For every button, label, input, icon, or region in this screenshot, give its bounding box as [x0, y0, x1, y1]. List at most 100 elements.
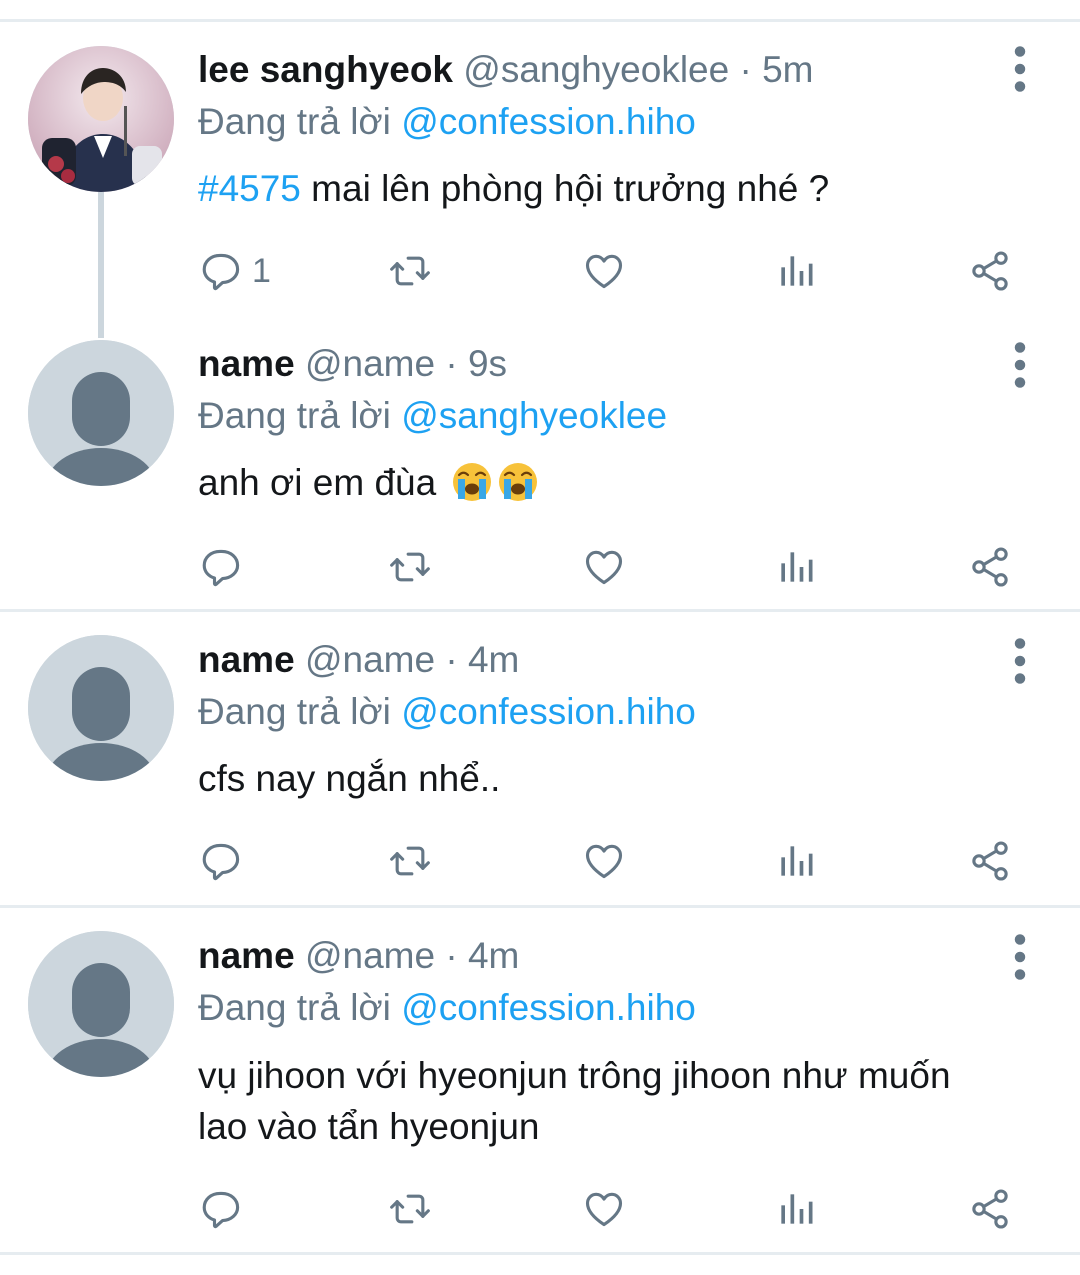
- reply-button[interactable]: [198, 836, 242, 886]
- username[interactable]: @name: [305, 343, 435, 384]
- replying-to-label: Đang trả lời: [198, 691, 391, 732]
- replying-to-mention[interactable]: @sanghyeoklee: [401, 395, 667, 436]
- analytics-icon: [774, 839, 818, 883]
- analytics-button[interactable]: [774, 836, 818, 886]
- avatar-default[interactable]: [28, 931, 174, 1077]
- share-button[interactable]: [968, 836, 1012, 886]
- reply-icon: [198, 1187, 242, 1231]
- analytics-icon: [774, 545, 818, 589]
- username[interactable]: @name: [305, 639, 435, 680]
- timestamp[interactable]: 4m: [468, 639, 519, 680]
- analytics-button[interactable]: [774, 1184, 818, 1234]
- replying-to: Đang trả lời @confession.hiho: [198, 986, 696, 1030]
- tweet-text-content: anh ơi em đùa: [198, 462, 437, 503]
- tweet-header: name @name · 4m: [198, 638, 519, 682]
- more-options-button[interactable]: [1000, 44, 1040, 94]
- hashtag-link[interactable]: #4575: [198, 168, 301, 209]
- avatar-default[interactable]: [28, 635, 174, 781]
- separator: ·: [445, 343, 458, 384]
- replying-to-label: Đang trả lời: [198, 101, 391, 142]
- username[interactable]: @name: [305, 935, 435, 976]
- replying-to-mention[interactable]: @confession.hiho: [401, 691, 696, 732]
- analytics-button[interactable]: [774, 246, 818, 296]
- reply-icon: [198, 839, 242, 883]
- retweet-button[interactable]: [388, 1184, 432, 1234]
- separator: ·: [445, 935, 458, 976]
- retweet-button[interactable]: [388, 542, 432, 592]
- tweet-header: name @name · 9s: [198, 342, 507, 386]
- tweet-text-content: mai lên phòng hội trưởng nhé ?: [300, 168, 830, 209]
- reply-count: 1: [252, 251, 271, 290]
- replying-to: Đang trả lời @sanghyeoklee: [198, 394, 667, 438]
- share-icon: [968, 839, 1012, 883]
- tweet-text: vụ jihoon với hyeonjun trông jihoon như …: [198, 1050, 958, 1152]
- more-vertical-icon: [1000, 636, 1040, 686]
- timestamp[interactable]: 4m: [468, 935, 519, 976]
- tweet-actions: [198, 1184, 1028, 1234]
- tweet-2[interactable]: name @name · 9s Đang trả lời @sanghyeokl…: [0, 320, 1080, 610]
- more-options-button[interactable]: [1000, 932, 1040, 982]
- retweet-icon: [388, 839, 432, 883]
- heart-icon: [582, 1187, 626, 1231]
- retweet-button[interactable]: [388, 836, 432, 886]
- replying-to: Đang trả lời @confession.hiho: [198, 100, 696, 144]
- retweet-icon: [388, 249, 432, 293]
- reply-button[interactable]: [198, 1184, 242, 1234]
- replying-to-label: Đang trả lời: [198, 987, 391, 1028]
- thread-line: [98, 192, 104, 338]
- display-name[interactable]: name: [198, 639, 295, 680]
- retweet-button[interactable]: [388, 246, 432, 296]
- avatar-lee-sanghyeok[interactable]: [28, 46, 174, 192]
- like-button[interactable]: [582, 246, 626, 296]
- tweet-text: #4575 mai lên phòng hội trưởng nhé ?: [198, 163, 998, 214]
- timestamp[interactable]: 5m: [762, 49, 813, 90]
- share-icon: [968, 249, 1012, 293]
- username[interactable]: @sanghyeoklee: [463, 49, 729, 90]
- analytics-button[interactable]: [774, 542, 818, 592]
- share-icon: [968, 1187, 1012, 1231]
- tweet-header: lee sanghyeok @sanghyeoklee · 5m: [198, 48, 814, 92]
- share-button[interactable]: [968, 542, 1012, 592]
- more-vertical-icon: [1000, 932, 1040, 982]
- like-button[interactable]: [582, 1184, 626, 1234]
- separator: ·: [445, 639, 458, 680]
- tweet-3[interactable]: name @name · 4m Đang trả lời @confession…: [0, 612, 1080, 904]
- retweet-icon: [388, 1187, 432, 1231]
- more-options-button[interactable]: [1000, 636, 1040, 686]
- reply-button[interactable]: 1: [198, 246, 271, 296]
- share-button[interactable]: [968, 1184, 1012, 1234]
- tweet-actions: [198, 836, 1028, 886]
- display-name[interactable]: lee sanghyeok: [198, 49, 453, 90]
- avatar-default[interactable]: [28, 340, 174, 486]
- share-icon: [968, 545, 1012, 589]
- timestamp[interactable]: 9s: [468, 343, 507, 384]
- replying-to-label: Đang trả lời: [198, 395, 391, 436]
- divider-bottom: [0, 1252, 1080, 1255]
- analytics-icon: [774, 249, 818, 293]
- tweet-text: cfs nay ngắn nhể..: [198, 753, 998, 804]
- tweet-1[interactable]: lee sanghyeok @sanghyeoklee · 5m Đang tr…: [0, 0, 1080, 338]
- share-button[interactable]: [968, 246, 1012, 296]
- tweet-4[interactable]: name @name · 4m Đang trả lời @confession…: [0, 908, 1080, 1254]
- reply-button[interactable]: [198, 542, 242, 592]
- heart-icon: [582, 839, 626, 883]
- separator: ·: [739, 49, 752, 90]
- tweet-actions: 1: [198, 246, 1028, 296]
- more-options-button[interactable]: [1000, 340, 1040, 390]
- heart-icon: [582, 249, 626, 293]
- analytics-icon: [774, 1187, 818, 1231]
- tweet-header: name @name · 4m: [198, 934, 519, 978]
- retweet-icon: [388, 545, 432, 589]
- loudly-crying-face-icon: [496, 459, 540, 503]
- like-button[interactable]: [582, 542, 626, 592]
- tweet-text-content: vụ jihoon với hyeonjun trông jihoon như …: [198, 1055, 951, 1147]
- replying-to-mention[interactable]: @confession.hiho: [401, 987, 696, 1028]
- display-name[interactable]: name: [198, 935, 295, 976]
- replying-to-mention[interactable]: @confession.hiho: [401, 101, 696, 142]
- default-avatar-icon: [28, 340, 174, 486]
- tweet-text: anh ơi em đùa: [198, 457, 998, 508]
- more-vertical-icon: [1000, 44, 1040, 94]
- more-vertical-icon: [1000, 340, 1040, 390]
- display-name[interactable]: name: [198, 343, 295, 384]
- like-button[interactable]: [582, 836, 626, 886]
